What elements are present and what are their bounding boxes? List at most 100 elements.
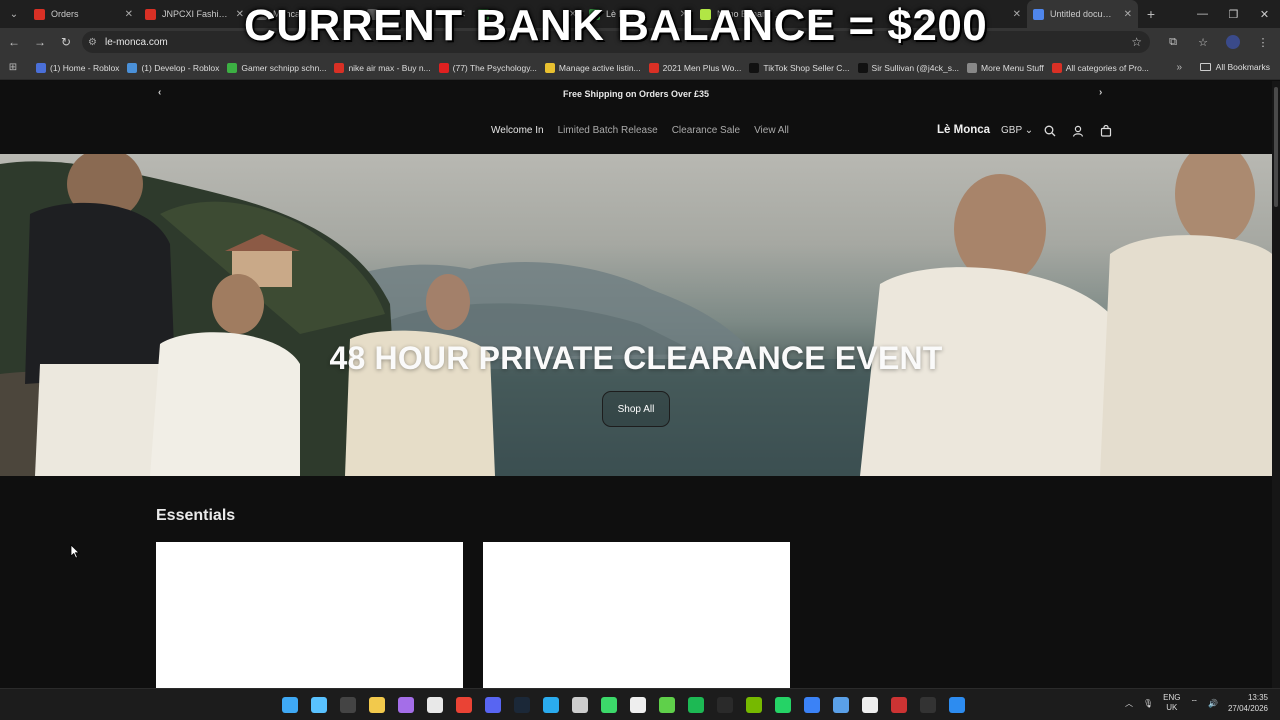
nav-link[interactable]: Welcome In [491, 125, 544, 136]
clock[interactable]: 13:35 27/04/2026 [1228, 692, 1268, 714]
brand-logo[interactable]: Lè Monca [937, 124, 990, 136]
back-arrow-icon[interactable]: ← [2, 30, 26, 54]
microphone-icon[interactable]: 🎙 [1143, 699, 1153, 708]
menu-kebab-icon[interactable]: ⋮ [1250, 30, 1276, 54]
product-card[interactable] [483, 542, 790, 688]
app-blue-glyph-icon [833, 697, 849, 713]
window-controls: — ❐ ✕ [1187, 0, 1280, 28]
telegram-glyph-icon [543, 697, 559, 713]
taskbar-start-icon[interactable] [278, 693, 302, 717]
taskbar-whatsapp-icon[interactable] [771, 693, 795, 717]
taskbar-store-icon[interactable] [423, 693, 447, 717]
cart-icon[interactable] [1098, 123, 1114, 139]
scrollbar-thumb[interactable] [1274, 87, 1278, 207]
overlay-caption: CURRENT BANK BALANCE = $200 [244, 1, 988, 50]
search-icon[interactable] [1042, 123, 1058, 139]
nav-link[interactable]: Limited Batch Release [558, 125, 658, 136]
bookmark-item[interactable]: Sir Sullivan (@j4ck_s... [857, 62, 959, 73]
taskbar-capcut-icon[interactable] [626, 693, 650, 717]
new-tab-button[interactable]: + [1138, 6, 1164, 22]
taskbar-discord-icon[interactable] [481, 693, 505, 717]
close-window-icon[interactable]: ✕ [1249, 0, 1280, 28]
taskbar-apps [278, 693, 969, 717]
account-icon[interactable] [1070, 123, 1086, 139]
taskbar-explorer-icon[interactable] [365, 693, 389, 717]
tab-search-icon[interactable]: ⌄ [0, 0, 28, 28]
browser-tab[interactable]: JNPCXI Fashion B ✕ [139, 0, 250, 28]
bookmark-favicon-icon [648, 62, 659, 73]
bookmark-item[interactable]: TikTok Shop Seller C... [749, 62, 850, 73]
wifi-icon[interactable]: ⌔ [1190, 698, 1198, 708]
nav-link[interactable]: View All [754, 125, 789, 136]
minimize-icon[interactable]: — [1187, 0, 1218, 28]
bookmark-label: Gamer schnipp schn... [241, 62, 327, 73]
taskbar-search-icon[interactable] [307, 693, 331, 717]
restore-icon[interactable]: ❐ [1218, 0, 1249, 28]
bookmark-item[interactable]: (1) Develop - Roblox [127, 62, 219, 73]
nav-link[interactable]: Clearance Sale [672, 125, 740, 136]
announcement-next-icon[interactable]: › [1099, 87, 1102, 98]
bookmark-favicon-icon [1051, 62, 1062, 73]
taskbar-app-dark-icon[interactable] [916, 693, 940, 717]
tab-close-icon[interactable]: ✕ [1124, 9, 1132, 20]
bookmark-item[interactable]: Gamer schnipp schn... [227, 62, 327, 73]
currency-selector[interactable]: GBP ⌄ [1001, 125, 1033, 136]
taskbar-app-light-icon[interactable] [945, 693, 969, 717]
taskbar-nvidia-icon[interactable] [742, 693, 766, 717]
folder-icon [1199, 63, 1211, 71]
bookmark-item[interactable]: All categories of Pro... [1051, 62, 1149, 73]
bookmarks-panel-icon[interactable]: ☆ [1190, 30, 1216, 54]
reload-icon[interactable]: ↻ [54, 30, 78, 54]
taskbar-telegram-icon[interactable] [539, 693, 563, 717]
bookmark-item[interactable]: (77) The Psychology... [438, 62, 537, 73]
bookmark-item[interactable]: (1) Home - Roblox [36, 62, 119, 73]
tab-close-icon[interactable]: ✕ [236, 9, 244, 20]
bookmarks-overflow-icon[interactable]: » [1176, 62, 1182, 73]
announcement-prev-icon[interactable]: ‹ [158, 87, 161, 98]
taskbar-epic-icon[interactable] [713, 693, 737, 717]
nvidia-glyph-icon [746, 697, 762, 713]
explorer-glyph-icon [369, 697, 385, 713]
bookmark-item[interactable]: Manage active listin... [544, 62, 641, 73]
extensions-icon[interactable]: ⧉ [1160, 30, 1186, 54]
taskbar-app-blue-icon[interactable] [829, 693, 853, 717]
taskbar-steam-icon[interactable] [510, 693, 534, 717]
profile-avatar[interactable] [1226, 35, 1240, 49]
page-scrollbar[interactable] [1272, 81, 1280, 688]
hero-title: 48 HOUR PRIVATE CLEARANCE EVENT [329, 340, 943, 376]
taskbar-capcut-2-icon[interactable] [858, 693, 882, 717]
language-indicator[interactable]: ENG UK [1163, 693, 1180, 713]
bookmark-item[interactable]: More Menu Stuff [967, 62, 1044, 73]
browser-tab[interactable]: Orders ✕ [28, 0, 139, 28]
tab-close-icon[interactable]: ✕ [1013, 9, 1021, 20]
language-code: ENG [1163, 693, 1181, 702]
tab-favicon-icon [145, 8, 156, 20]
taskbar-game-icon[interactable] [336, 693, 360, 717]
search-glyph-icon [311, 697, 327, 713]
taskbar-app-green-icon[interactable] [655, 693, 679, 717]
bookmark-item[interactable]: nike air max - Buy n... [334, 62, 431, 73]
tray-overflow-icon[interactable]: ︿ [1125, 698, 1133, 709]
tab-favicon-icon [1033, 8, 1044, 20]
taskbar-app-red-icon[interactable] [887, 693, 911, 717]
volume-icon[interactable]: 🔊 [1208, 699, 1218, 708]
site-info-icon[interactable]: ⚙ [88, 37, 97, 48]
site-header: Welcome In Limited Batch Release Clearance… [0, 117, 1272, 147]
bookmark-star-icon[interactable]: ☆ [1131, 35, 1142, 49]
taskbar-chrome-icon[interactable] [452, 693, 476, 717]
browser-tab[interactable]: Untitled document ✕ [1027, 0, 1138, 28]
store-glyph-icon [427, 697, 443, 713]
taskbar-copilot-icon[interactable] [394, 693, 418, 717]
taskbar-messenger-icon[interactable] [800, 693, 824, 717]
bookmark-favicon-icon [749, 62, 760, 73]
bookmark-item[interactable]: 2021 Men Plus Wo... [648, 62, 741, 73]
taskbar-robinhood-icon[interactable] [597, 693, 621, 717]
forward-arrow-icon[interactable]: → [28, 30, 52, 54]
shop-all-button[interactable]: Shop All [602, 391, 670, 427]
taskbar-chatgpt-icon[interactable] [568, 693, 592, 717]
tab-close-icon[interactable]: ✕ [125, 9, 133, 20]
product-card[interactable] [156, 542, 463, 688]
taskbar-spotify-icon[interactable] [684, 693, 708, 717]
apps-grid-icon[interactable]: ⊞ [0, 62, 26, 73]
all-bookmarks-button[interactable]: All Bookmarks [1199, 62, 1270, 72]
